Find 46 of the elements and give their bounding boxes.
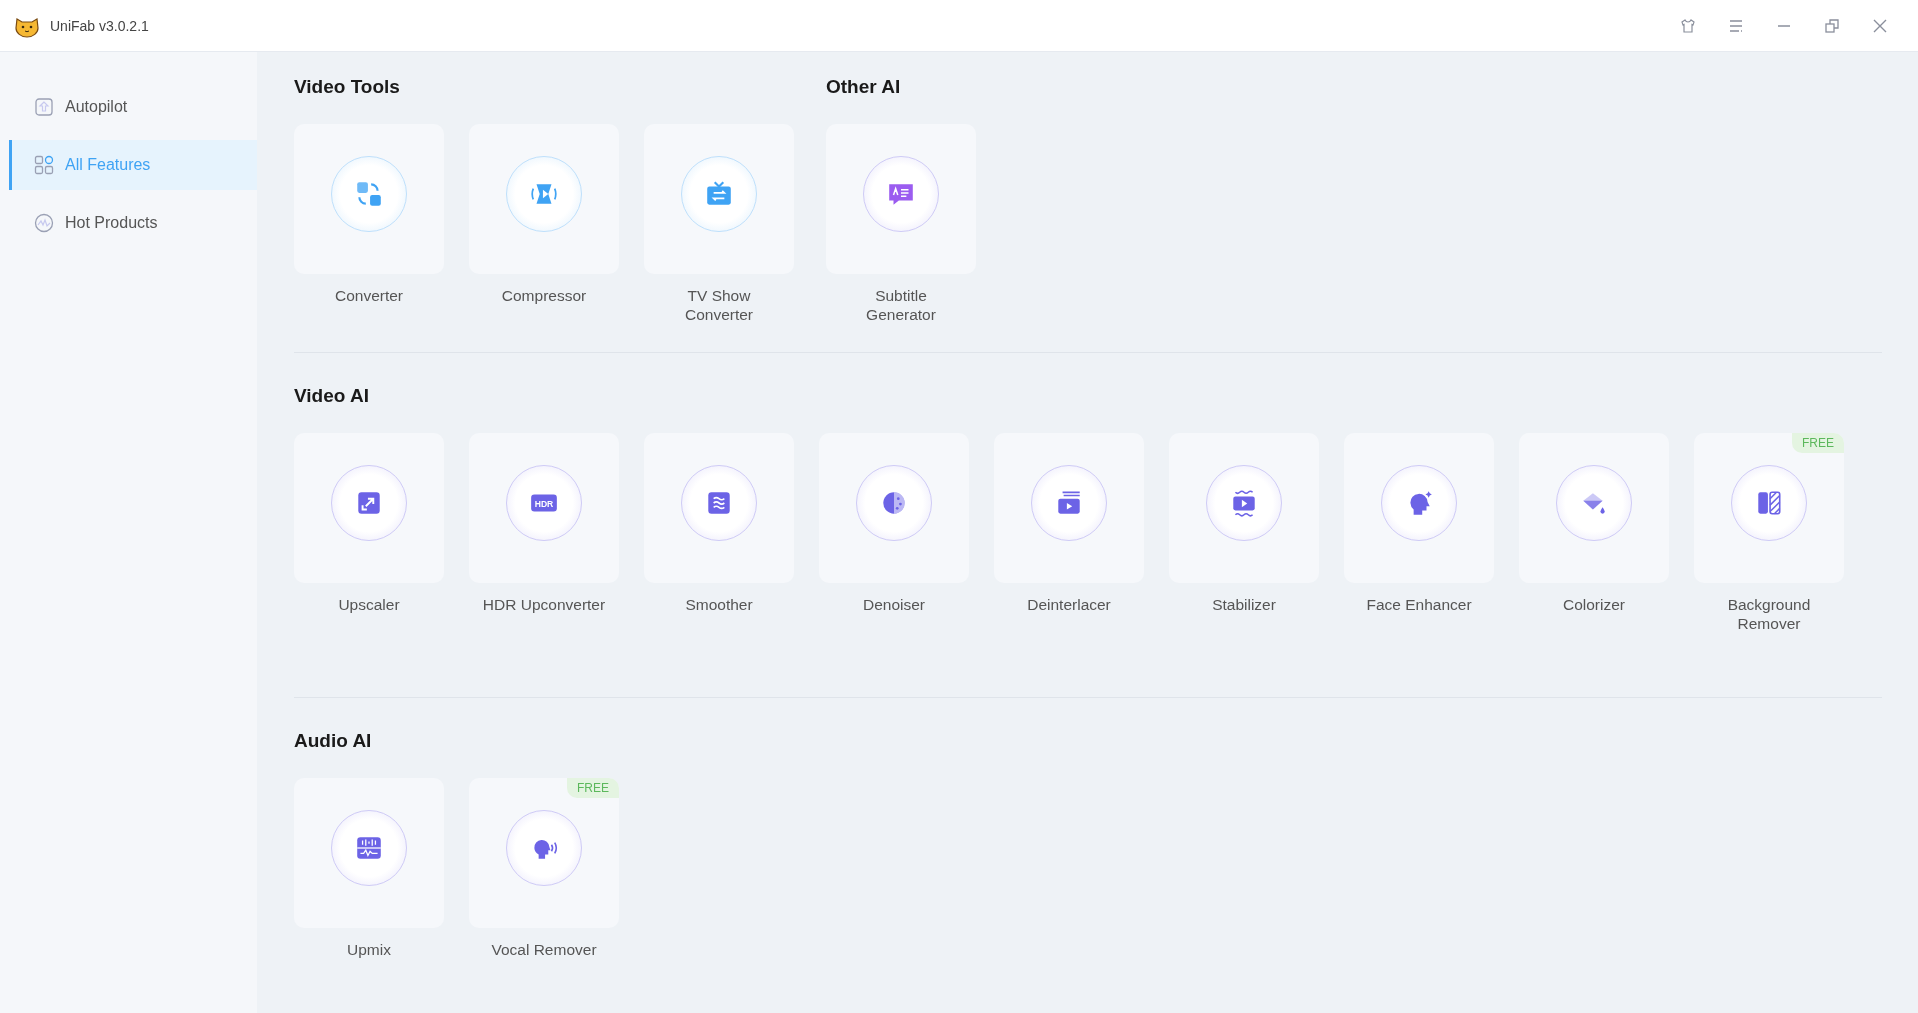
feature-card[interactable] bbox=[826, 124, 976, 274]
free-badge: FREE bbox=[567, 778, 619, 798]
feature-card[interactable] bbox=[1519, 433, 1669, 583]
sidebar-item[interactable]: Hot Products bbox=[0, 198, 257, 248]
feature-card[interactable] bbox=[294, 124, 444, 274]
sidebar-item[interactable]: All Features bbox=[9, 140, 257, 190]
feature-label: Background Remover bbox=[1726, 595, 1812, 633]
feature-card[interactable] bbox=[644, 124, 794, 274]
feature-card[interactable] bbox=[819, 433, 969, 583]
arrow-box-icon bbox=[34, 97, 54, 117]
feature-label: Deinterlacer bbox=[1027, 595, 1111, 614]
section-title: Audio AI bbox=[294, 730, 373, 752]
feature-label: Upmix bbox=[347, 940, 391, 959]
feature-card[interactable] bbox=[644, 433, 794, 583]
shirt-icon[interactable] bbox=[1680, 17, 1696, 34]
grid-icon bbox=[34, 155, 54, 175]
feature-card[interactable] bbox=[294, 433, 444, 583]
feature-label: Face Enhancer bbox=[1366, 595, 1472, 614]
pulse-circle-icon bbox=[34, 213, 54, 233]
feature-label: HDR Upconverter bbox=[482, 595, 606, 614]
window-title: UniFab v3.0.2.1 bbox=[50, 17, 149, 34]
feature-card[interactable] bbox=[1169, 433, 1319, 583]
section-title: Other AI bbox=[826, 76, 902, 98]
feature-card[interactable] bbox=[469, 124, 619, 274]
feature-label: Colorizer bbox=[1563, 595, 1625, 614]
feature-label: Subtitle Generator bbox=[865, 286, 937, 324]
section-title: Video AI bbox=[294, 385, 370, 407]
menu-icon[interactable] bbox=[1728, 17, 1744, 34]
squares-arrows-icon bbox=[354, 179, 384, 209]
feature-label: Denoiser bbox=[863, 595, 925, 614]
feature-card[interactable]: HDR bbox=[469, 433, 619, 583]
feature-label: Stabilizer bbox=[1212, 595, 1276, 614]
feature-label: TV Show Converter bbox=[683, 286, 755, 324]
feature-label: Vocal Remover bbox=[491, 940, 597, 959]
restore-icon[interactable] bbox=[1824, 17, 1840, 34]
feature-label: Smoother bbox=[685, 595, 753, 614]
close-icon[interactable] bbox=[1872, 17, 1888, 34]
feature-card[interactable] bbox=[1344, 433, 1494, 583]
feature-label: Converter bbox=[334, 286, 404, 305]
sidebar-item[interactable]: Autopilot bbox=[0, 82, 257, 132]
feature-card[interactable] bbox=[294, 778, 444, 928]
free-badge: FREE bbox=[1792, 433, 1844, 453]
section-title: Video Tools bbox=[294, 76, 401, 98]
feature-card[interactable] bbox=[994, 433, 1144, 583]
feature-label: Upscaler bbox=[338, 595, 400, 614]
feature-label: Compressor bbox=[501, 286, 587, 305]
